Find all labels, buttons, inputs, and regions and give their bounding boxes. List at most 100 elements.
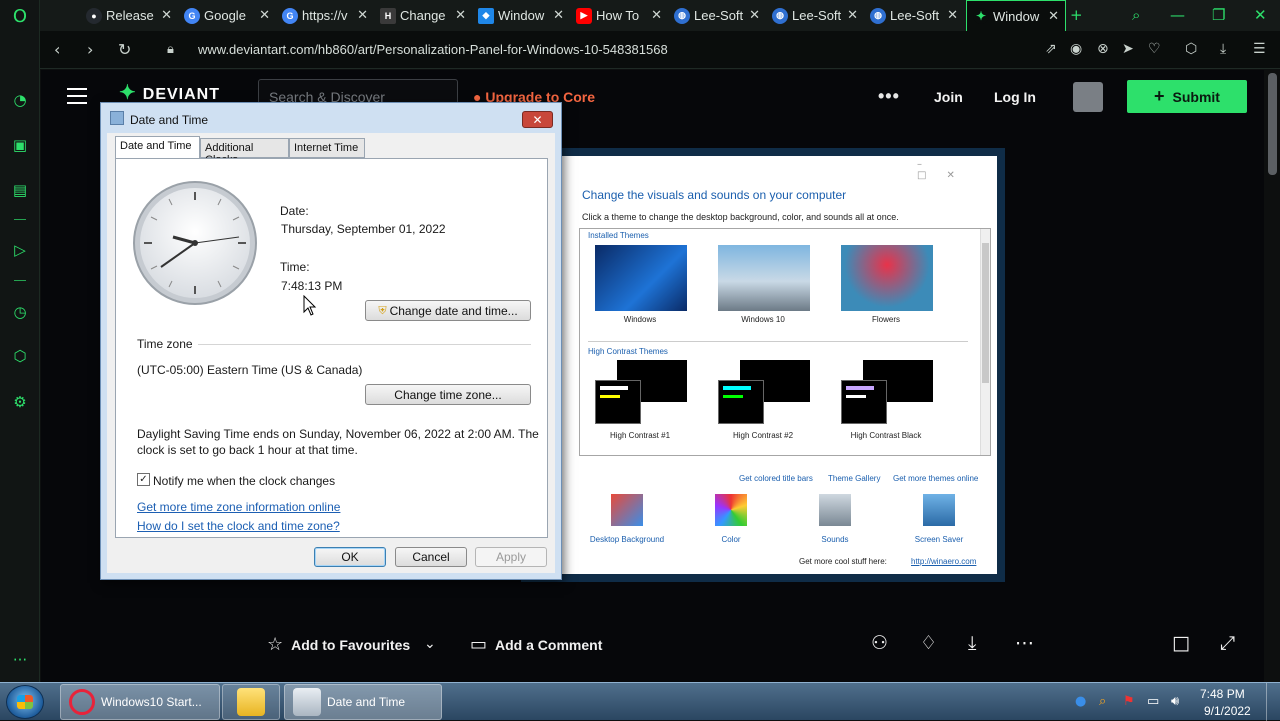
close-icon[interactable]: ✕ [357,8,368,23]
extensions-cube-icon[interactable]: ⬡ [1185,41,1197,57]
ok-button[interactable]: OK [314,547,386,567]
tab-additional-clocks[interactable]: Additional Clocks [200,138,289,166]
add-comment-button[interactable]: ▭ Add a Comment [470,634,602,655]
fullview-square-icon[interactable]: □ [1172,632,1190,654]
color-icon[interactable] [715,494,747,526]
tab-change[interactable]: H Change ✕ [374,0,472,31]
new-tab-plus-icon[interactable]: + [1070,6,1083,24]
close-icon[interactable]: ✕ [847,8,858,23]
show-desktop-button[interactable] [1266,683,1280,721]
more-menu-button[interactable]: ••• [878,86,900,107]
how-to-set-clock-link[interactable]: How do I set the clock and time zone? [137,519,340,533]
close-icon[interactable]: ✕ [1048,9,1059,24]
chevron-down-icon[interactable]: ⌄ [424,636,436,652]
scrollbar-thumb[interactable] [1268,73,1277,175]
notify-checkbox[interactable]: ✓ [137,473,150,486]
start-button[interactable] [6,685,44,719]
volume-icon[interactable]: 🔊︎ [1171,694,1187,710]
url-field[interactable]: www.deviantart.com/hb860/art/Personaliza… [198,42,668,57]
add-to-favourites-button[interactable]: ☆ Add to Favourites [267,634,410,655]
cancel-button[interactable]: Cancel [395,547,467,567]
time-zone-info-link[interactable]: Get more time zone information online [137,500,340,514]
search-tabs-icon[interactable]: ⌕ [1132,6,1140,24]
login-link[interactable]: Log In [994,89,1036,105]
change-date-time-button[interactable]: ⛨ Change date and time... [365,300,531,321]
submit-button[interactable]: + Submit [1127,80,1247,113]
flag-icon[interactable]: ⚑ [1123,694,1139,710]
tab-lee-soft-3[interactable]: ◍ Lee-Soft ✕ [864,0,964,31]
speed-dial-icon[interactable]: ◔ [10,90,30,110]
sounds-icon[interactable] [819,494,851,526]
close-icon[interactable]: ✕ [259,8,270,23]
taskbar-clock-time[interactable]: 7:48 PM [1200,687,1245,701]
restore-icon[interactable]: ❐ [1212,6,1225,24]
tab-lee-soft-1[interactable]: ◍ Lee-Soft ✕ [668,0,766,31]
forward-icon[interactable]: › [87,40,93,59]
change-time-zone-button[interactable]: Change time zone... [365,384,531,405]
settings-gear-icon[interactable]: ⚙ [10,392,30,412]
close-icon[interactable]: ✕ [749,8,760,23]
theme-scrollbar[interactable] [980,229,990,455]
expand-icon[interactable]: ⤢ [1220,632,1235,654]
taskbar-item-explorer[interactable] [222,684,280,720]
tab-windows[interactable]: ◆ Window ✕ [472,0,570,31]
search-tray-icon[interactable]: ⌕ [1099,694,1115,710]
more-dots-icon[interactable]: ⋯ [1015,632,1034,654]
page-scrollbar[interactable] [1264,70,1280,682]
network-globe-icon[interactable]: ● [1075,694,1091,710]
colored-title-bars-link[interactable]: Get colored title bars [739,474,813,483]
tab-how-to[interactable]: ▶ How To ✕ [570,0,668,31]
deviation-preview[interactable]: –□✕ Change the visuals and sounds on you… [521,148,1005,582]
notify-label[interactable]: Notify me when the clock changes [153,474,335,488]
theme-thumb-windows-10[interactable] [718,245,810,311]
back-icon[interactable]: ‹ [54,40,60,59]
tab-date-and-time[interactable]: Date and Time [115,136,200,159]
extensions-cube-icon[interactable]: ⬡ [10,346,30,366]
close-window-icon[interactable]: ✕ [1254,6,1267,24]
tab-windows-active[interactable]: ✦ Window ✕ [966,0,1066,31]
minimize-icon[interactable]: — [1170,6,1185,24]
close-icon[interactable]: ✕ [455,8,466,23]
easy-setup-icon[interactable]: ☰ [1253,41,1266,57]
badge-gift-icon[interactable]: ♢ [920,632,937,654]
download-icon[interactable]: ⤓ [968,632,976,654]
taskbar-clock-date[interactable]: 9/1/2022 [1204,704,1251,718]
dialog-titlebar[interactable]: Date and Time ✕ [101,103,561,133]
avatar[interactable] [1073,82,1103,112]
theme-gallery-link[interactable]: Theme Gallery [828,474,880,483]
download-icon[interactable]: ⤓ [1220,41,1226,57]
bottom-label[interactable]: Screen Saver [889,535,989,544]
twitch-icon[interactable]: ▤ [10,180,30,200]
player-icon[interactable]: ▷ [10,240,30,260]
tab-lee-soft-2[interactable]: ◍ Lee-Soft ✕ [766,0,864,31]
send-icon[interactable]: ➤ [1122,41,1134,57]
tab-https[interactable]: G https://v ✕ [276,0,374,31]
heart-icon[interactable]: ♡ [1148,41,1161,57]
group-icon[interactable]: ⚇ [871,632,888,654]
close-icon[interactable]: ✕ [947,8,958,23]
shopping-bag-icon[interactable]: ▣ [10,135,30,155]
join-link[interactable]: Join [934,89,963,105]
power-icon[interactable]: ▭ [1147,694,1163,710]
desktop-background-icon[interactable] [611,494,643,526]
more-dots-icon[interactable]: ··· [10,650,30,670]
taskbar-item-date-time[interactable]: Date and Time [284,684,442,720]
close-icon[interactable]: ✕ [161,8,172,23]
screen-saver-icon[interactable] [923,494,955,526]
bottom-label[interactable]: Sounds [785,535,885,544]
share-icon[interactable]: ⇗ [1045,41,1057,57]
more-themes-link[interactable]: Get more themes online [893,474,978,483]
tab-internet-time[interactable]: Internet Time [289,138,365,158]
close-button[interactable]: ✕ [522,111,553,128]
apply-button[interactable]: Apply [475,547,547,567]
bottom-label[interactable]: Color [681,535,781,544]
tab-google[interactable]: G Google ✕ [178,0,276,31]
snapshot-camera-icon[interactable]: ◉ [1070,41,1082,57]
adblock-icon[interactable]: ⊗ [1097,41,1109,57]
close-icon[interactable]: ✕ [651,8,662,23]
reload-icon[interactable]: ↻ [118,40,131,59]
close-icon[interactable]: ✕ [553,8,564,23]
theme-thumb-flowers[interactable] [841,245,933,311]
theme-thumb-windows[interactable] [595,245,687,311]
history-icon[interactable]: ◷ [10,302,30,322]
